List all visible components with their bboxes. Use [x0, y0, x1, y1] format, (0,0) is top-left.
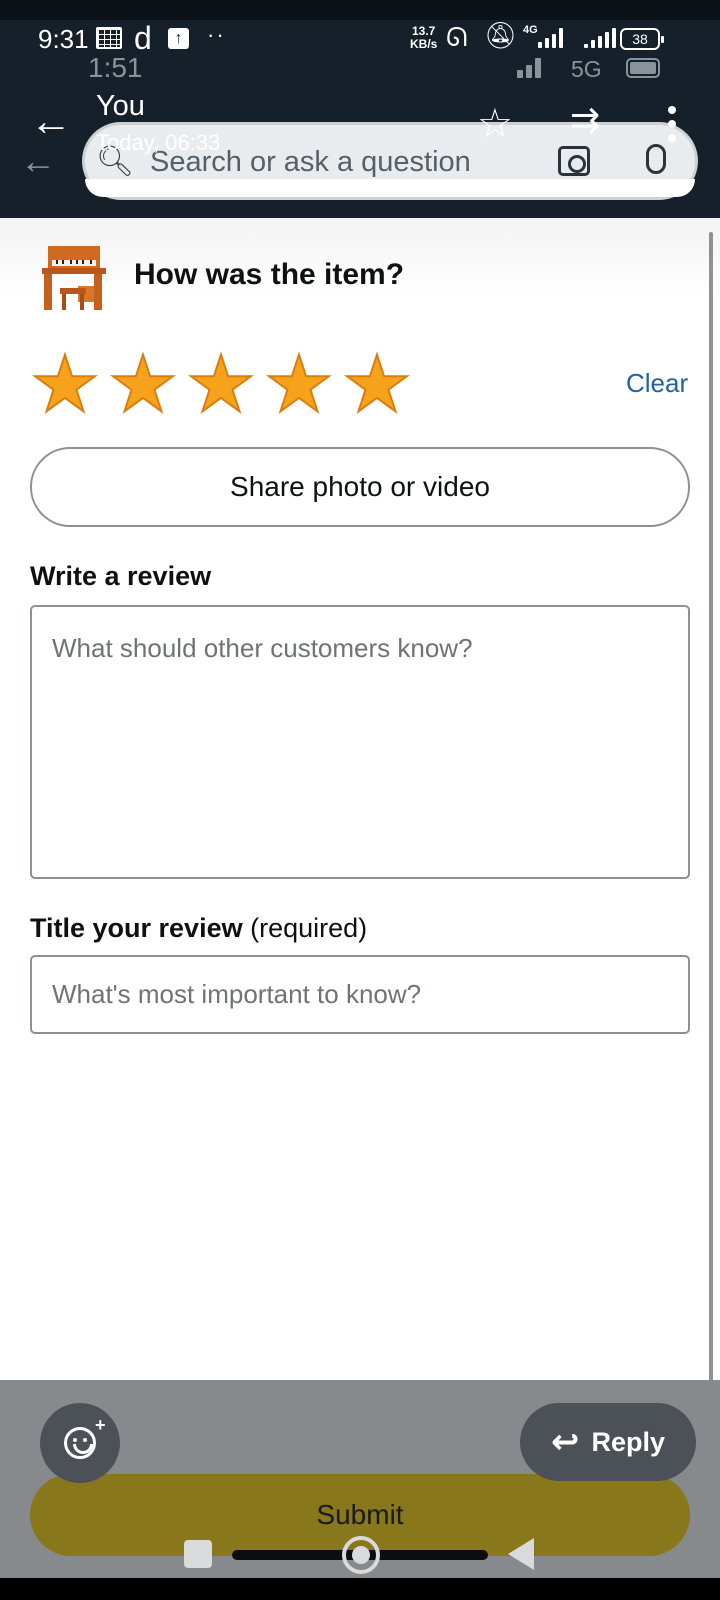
sender-name: You [96, 90, 145, 122]
reply-label: Reply [591, 1426, 666, 1457]
star-message-icon[interactable]: ☆ [477, 104, 513, 144]
signal-icon-2 [584, 28, 616, 48]
review-title-label-bold: Title your review [30, 913, 243, 943]
scrollbar[interactable] [709, 232, 713, 1417]
signal-icon [538, 28, 563, 48]
overlay-battery-icon [626, 58, 660, 78]
more-options-icon[interactable] [668, 106, 676, 142]
review-title-label: Title your review (required) [30, 913, 367, 944]
forward-icon[interactable]: ⇉ [570, 102, 600, 138]
clear-rating-link[interactable]: Clear [626, 368, 688, 399]
microphone-icon[interactable] [646, 144, 666, 174]
calendar-grid-icon [96, 27, 122, 49]
back-nav-button[interactable] [508, 1538, 534, 1570]
write-review-label: Write a review [30, 561, 212, 591]
battery-icon: 38 [620, 28, 664, 50]
message-time: Today, 06:33 [96, 130, 221, 155]
network-speed-unit: KB/s [410, 37, 438, 51]
overlay-signal-icon [517, 58, 541, 78]
status-bar-strip [0, 0, 720, 20]
rating-star-icon[interactable]: ★ [341, 344, 413, 424]
share-photo-video-button[interactable]: Share photo or video [30, 447, 690, 527]
network-speed: 13.7 KB/s [410, 25, 437, 51]
home-button[interactable] [342, 1536, 380, 1574]
recent-apps-button[interactable] [184, 1540, 212, 1568]
rating-star-icon[interactable]: ★ [29, 344, 101, 424]
overlay-network-type: 5G [571, 56, 602, 82]
overlay-back-icon: ← [20, 140, 56, 181]
status-time: 9:31 [38, 24, 89, 54]
add-icon: + [95, 1415, 106, 1435]
camera-search-icon[interactable] [558, 146, 590, 176]
rating-star-icon[interactable]: ★ [263, 344, 335, 424]
review-text-field[interactable] [30, 605, 690, 879]
more-notifications-icon: ·· [207, 22, 226, 47]
rating-star-icon[interactable]: ★ [107, 344, 179, 424]
reply-arrow-icon: ↩ [550, 1423, 580, 1461]
overlay-time: 1:51 [88, 52, 143, 83]
network-type: 4G [523, 24, 538, 36]
reply-button[interactable]: ↩ Reply [520, 1403, 696, 1481]
bell-muted-icon: 🔕︎ [484, 20, 518, 50]
review-title-field[interactable] [30, 955, 690, 1034]
upload-icon: ↑ [168, 28, 189, 49]
bottom-edge [0, 1578, 720, 1600]
review-title-required: (required) [250, 913, 368, 943]
rating-star-icon[interactable]: ★ [185, 344, 257, 424]
hotspot-icon: ᘏ [446, 22, 468, 52]
smiley-icon [64, 1427, 96, 1459]
back-arrow-icon[interactable]: ← [30, 100, 72, 142]
emoji-reaction-button[interactable]: + [40, 1403, 120, 1483]
star-rating[interactable]: ★ ★ ★ ★ ★ [29, 344, 413, 424]
rating-question: How was the item? [134, 258, 405, 291]
product-thumbnail [42, 246, 106, 310]
